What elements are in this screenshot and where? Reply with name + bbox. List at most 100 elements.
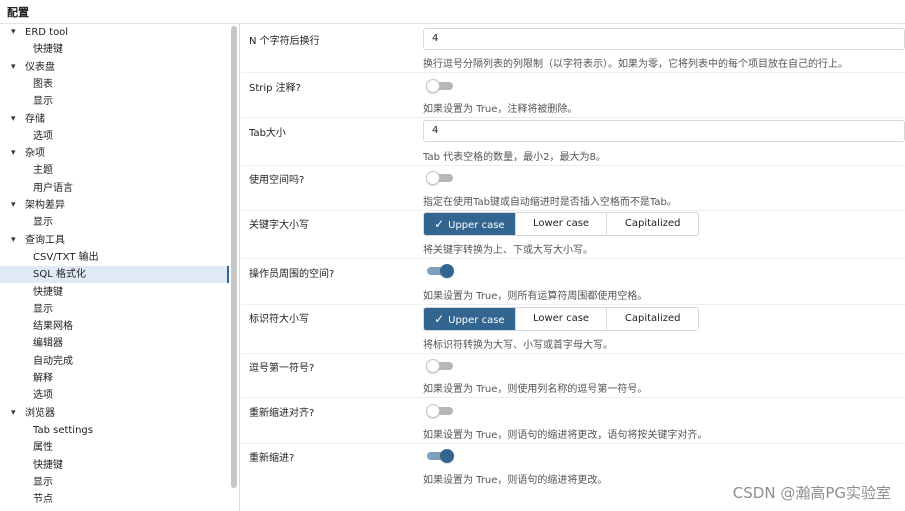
tree-item[interactable]: 快捷键 (0, 284, 229, 301)
tree-item[interactable]: SQL 格式化 (0, 266, 229, 284)
tree-item-label: 快捷键 (33, 459, 63, 471)
toggle-knob[interactable] (426, 359, 440, 373)
tree-item[interactable]: 用户语言 (0, 180, 229, 197)
reindent-help: 如果设置为 True，则语句的缩进将更改。 (423, 475, 608, 486)
tree-scrollbar[interactable] (231, 26, 237, 488)
tree-item-label: 选项 (33, 130, 53, 142)
chevron-down-icon[interactable]: ▾ (11, 405, 21, 422)
reindent-aligned-label: 重新缩进对齐? (249, 408, 315, 419)
check-icon: ✓ (434, 312, 445, 326)
row-divider (241, 397, 905, 398)
watermark-text: CSDN @瀚高PG实验室 (732, 484, 891, 502)
segment-label: Upper case (448, 220, 505, 231)
toggle-knob[interactable] (426, 171, 440, 185)
tree-item-label: 自动完成 (33, 355, 73, 367)
dialog-title: 配置 (7, 6, 29, 19)
tree-group[interactable]: ▾ 仪表盘 (0, 59, 229, 76)
tree-item[interactable]: 选项 (0, 128, 229, 145)
row-divider (241, 210, 905, 211)
tree-item[interactable]: 快捷键 (0, 457, 229, 474)
reindent-toggle[interactable] (427, 449, 454, 463)
tree-item[interactable]: 快捷键 (0, 41, 229, 58)
segment-option[interactable]: ✓ Upper case (424, 213, 515, 235)
reindent-aligned-toggle[interactable] (426, 404, 453, 418)
keyword-case-label: 关键字大小写 (249, 220, 309, 231)
tree-item-label: 杂项 (25, 148, 45, 160)
tree-item-label: 结果网格 (33, 321, 73, 333)
check-icon: ✓ (434, 217, 445, 231)
tree-item-label: 显示 (33, 476, 53, 488)
operator-spaces-toggle[interactable] (427, 264, 454, 278)
tree-item[interactable]: 显示 (0, 214, 229, 231)
tree-item-label: 显示 (33, 217, 53, 229)
tree-item-label: CSV/TXT 输出 (33, 251, 99, 263)
segment-option[interactable]: Capitalized (606, 213, 698, 235)
segment-option[interactable]: Capitalized (606, 308, 698, 330)
tree-item-label: 用户语言 (33, 182, 73, 194)
operator-spaces-help: 如果设置为 True，则所有运算符周围都使用空格。 (423, 291, 648, 302)
tree-item[interactable]: 显示 (0, 93, 229, 110)
chevron-down-icon[interactable]: ▾ (11, 145, 21, 162)
wrap-after-value: 4 (432, 33, 439, 44)
tree-group[interactable]: ▾ 浏览器 (0, 405, 229, 422)
row-divider (241, 72, 905, 73)
tree-item-label: 架构差异 (25, 200, 65, 211)
segment-option[interactable]: ✓ Upper case (424, 308, 515, 330)
chevron-down-icon[interactable]: ▾ (11, 197, 21, 214)
tree-item[interactable]: 选项 (0, 387, 229, 404)
toggle-knob[interactable] (440, 264, 454, 278)
strip-comments-help: 如果设置为 True，注释将被删除。 (423, 104, 578, 115)
tree-item[interactable]: 显示 (0, 301, 229, 318)
tab-size-value: 4 (432, 125, 439, 136)
tree-item[interactable]: 结果网格 (0, 318, 229, 335)
identifier-case-help: 将标识符转换为大写、小写或首字母大写。 (423, 340, 613, 351)
reindent-label: 重新缩进? (249, 453, 295, 464)
tree-item[interactable]: 显示 (0, 474, 229, 491)
chevron-down-icon[interactable]: ▾ (11, 24, 21, 41)
chevron-down-icon[interactable]: ▾ (11, 111, 21, 128)
tree-item-label: 浏览器 (25, 407, 55, 419)
chevron-down-icon[interactable]: ▾ (11, 232, 21, 249)
tree-item[interactable]: 自动完成 (0, 353, 229, 370)
tree-group[interactable]: ▾ 查询工具 (0, 232, 229, 249)
tab-size-label: Tab大小 (249, 128, 286, 139)
segment-label: Lower case (532, 313, 590, 324)
comma-first-toggle[interactable] (426, 359, 453, 373)
reindent-aligned-help: 如果设置为 True，则语句的缩进将更改，语句将按关键字对齐。 (423, 430, 708, 441)
tree-group[interactable]: ▾ ERD tool (0, 24, 229, 41)
tree-group[interactable]: ▾ 杂项 (0, 145, 229, 162)
row-divider (241, 117, 905, 118)
row-divider (241, 165, 905, 166)
segment-option[interactable]: Lower case (514, 308, 607, 330)
tree-item[interactable]: 编辑器 (0, 335, 229, 352)
tree-item[interactable]: CSV/TXT 输出 (0, 249, 229, 266)
toggle-knob[interactable] (440, 449, 454, 463)
strip-comments-toggle[interactable] (426, 79, 453, 93)
tree-item[interactable]: 解释 (0, 370, 229, 387)
tree-item[interactable]: Tab settings (0, 422, 229, 439)
tree-item[interactable]: 图表 (0, 76, 229, 93)
tree-item[interactable]: 属性 (0, 439, 229, 456)
tree-item-label: 主题 (33, 165, 53, 177)
tree-item-label: Tab settings (33, 424, 93, 436)
tree-group[interactable]: ▾ 存储 (0, 111, 229, 128)
tree-item-label: 快捷键 (33, 44, 63, 56)
toggle-knob[interactable] (426, 79, 440, 93)
tree-group[interactable]: ▾ 架构差异 (0, 197, 229, 214)
keyword-case-help: 将关键字转换为上、下或大写大小写。 (423, 245, 593, 256)
row-divider (241, 353, 905, 354)
tree-item-label: 查询工具 (25, 234, 65, 246)
identifier-case-label: 标识符大小写 (249, 314, 309, 325)
use-spaces-toggle[interactable] (426, 171, 453, 185)
toggle-knob[interactable] (426, 404, 440, 418)
segment-label: Upper case (448, 315, 505, 326)
tab-size-input[interactable]: 4 (423, 120, 905, 142)
use-spaces-help: 指定在使用Tab键或自动缩进时是否插入空格而不是Tab。 (423, 197, 677, 208)
tree-item[interactable]: 节点 (0, 491, 229, 508)
wrap-after-input[interactable]: 4 (423, 28, 905, 50)
segment-label: Capitalized (624, 218, 681, 229)
chevron-down-icon[interactable]: ▾ (11, 59, 21, 76)
tree-item[interactable]: 主题 (0, 162, 229, 179)
row-divider (241, 304, 905, 305)
segment-option[interactable]: Lower case (514, 213, 607, 235)
